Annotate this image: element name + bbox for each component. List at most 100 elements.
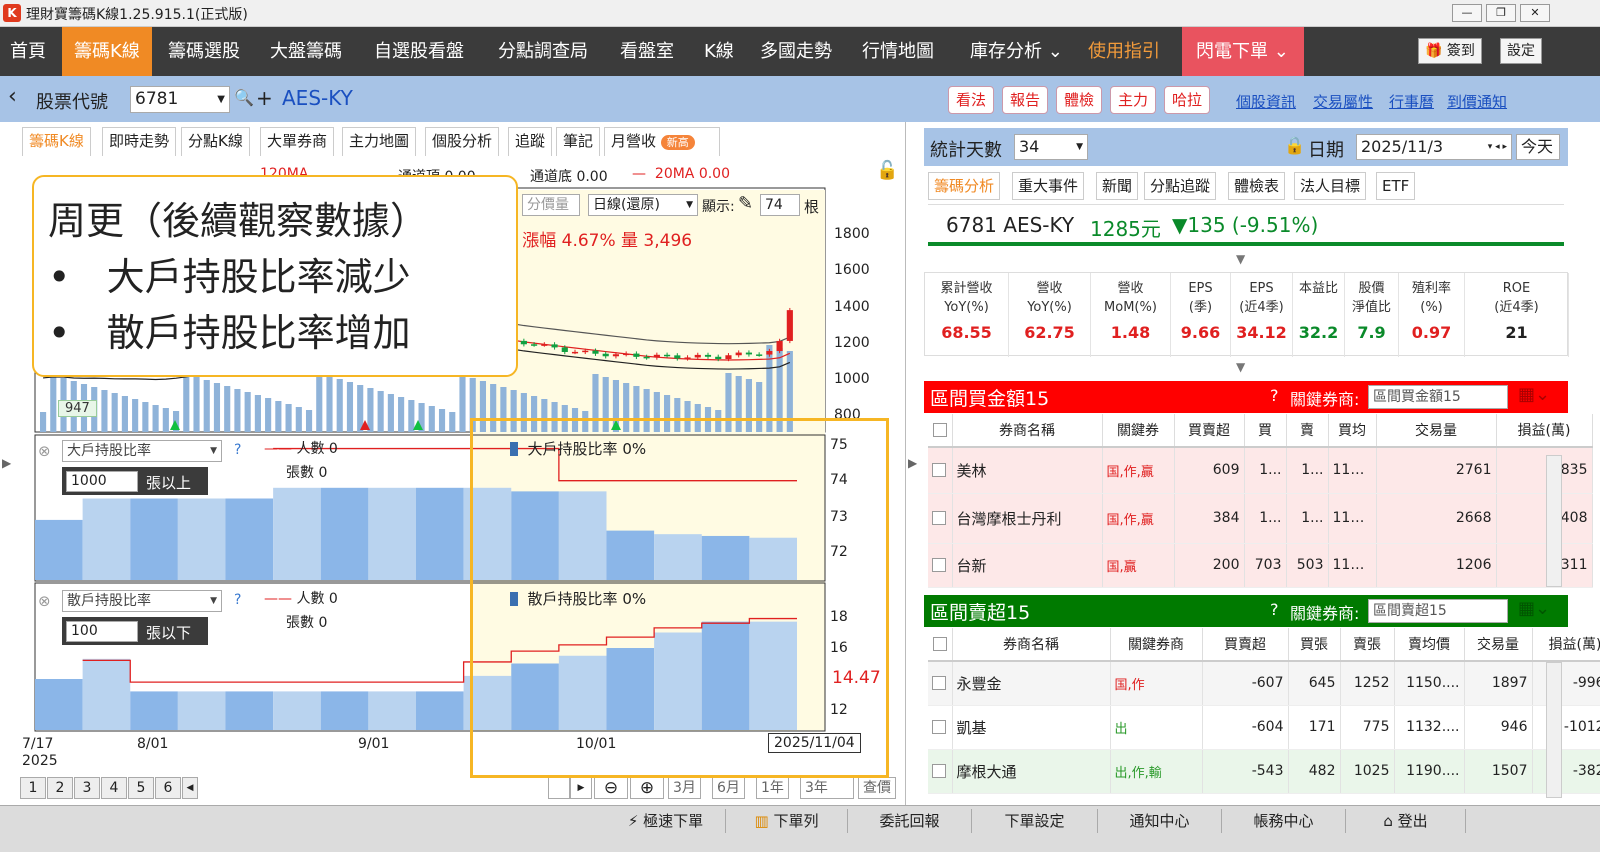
range-3y[interactable]: 3年 — [800, 777, 854, 799]
menu-branch-investigation[interactable]: 分點調查局 — [490, 27, 596, 76]
price-volume-button[interactable]: 分價量 — [522, 194, 580, 216]
query-price-button[interactable]: 查價 — [858, 777, 896, 799]
help-icon[interactable]: ? — [1270, 386, 1279, 405]
tab-notes[interactable]: 筆記 — [556, 127, 601, 156]
column-header[interactable]: 交易量 — [1376, 414, 1497, 448]
bar-count-input[interactable]: 74 — [760, 194, 800, 216]
trade-attributes-link[interactable]: 交易屬性 — [1313, 91, 1373, 112]
column-header[interactable]: 交易量 — [1464, 628, 1533, 662]
help-icon[interactable]: ? — [1270, 600, 1279, 619]
minimize-button[interactable]: — — [1452, 4, 1482, 22]
row-checkbox[interactable] — [928, 493, 953, 544]
tab-chip-kline[interactable]: 籌碼K線 — [22, 127, 91, 156]
rtab-etf[interactable]: ETF — [1376, 172, 1416, 200]
checkup-button[interactable]: 體檢 — [1056, 86, 1103, 114]
search-icon[interactable]: 🔍 — [234, 88, 254, 107]
column-header[interactable]: 賣均價 — [1394, 628, 1465, 662]
order-bar-button[interactable]: ▥ 下單列 — [726, 809, 848, 833]
logout-button[interactable]: ⌂ 登出 — [1346, 809, 1466, 833]
days-select[interactable]: 34 ▼ — [1014, 134, 1088, 160]
table-row[interactable]: 永豐金国,作-60764512521150....1897-9962 — [928, 661, 1600, 706]
rtab-chip-analysis[interactable]: 籌碼分析 — [928, 172, 1001, 200]
big-holder-select[interactable]: 大戶持股比率 ▼ — [62, 440, 222, 462]
tab-stock-analysis[interactable]: 個股分析 — [425, 127, 500, 156]
price-alert-link[interactable]: 到價通知 — [1447, 91, 1507, 112]
column-header[interactable]: 關鍵券商 — [1110, 628, 1203, 662]
select-all-checkbox[interactable] — [928, 414, 953, 448]
pen-icon[interactable]: ✎ — [738, 193, 753, 214]
period-select[interactable]: 日線(還原) ▼ — [588, 194, 698, 216]
menu-chip-screener[interactable]: 籌碼選股 — [160, 27, 248, 76]
restore-button[interactable]: ❐ — [1486, 4, 1516, 22]
range-3m[interactable]: 3月 — [668, 777, 701, 799]
tab-tracking[interactable]: 追蹤 — [508, 127, 553, 156]
column-header[interactable]: 損益(萬) — [1532, 628, 1600, 662]
buy-scrollbar[interactable] — [1546, 455, 1562, 587]
retail-threshold-select[interactable]: 100 — [66, 621, 138, 642]
calendar-link[interactable]: 行事曆 — [1389, 91, 1434, 112]
expand-left-icon[interactable]: ▶ — [2, 456, 11, 470]
column-header[interactable]: 買賣超 — [1174, 414, 1245, 448]
help-icon[interactable]: ? — [234, 592, 241, 608]
remove-indicator-icon[interactable]: ⊗ — [38, 442, 51, 460]
date-nav-icon[interactable]: ▾ ◂ ▸ — [1488, 135, 1507, 159]
rtab-checkup[interactable]: 體檢表 — [1228, 172, 1286, 200]
menu-flash-order[interactable]: 閃電下單 ⌄ — [1182, 27, 1304, 76]
grid-icon[interactable]: ▦⌄ — [1518, 598, 1550, 619]
tab-realtime[interactable]: 即時走勢 — [102, 127, 177, 156]
row-checkbox[interactable] — [928, 661, 953, 706]
unlock-icon[interactable]: 🔓 — [876, 160, 898, 181]
report-button[interactable]: 報告 — [1002, 86, 1049, 114]
collapse-icon[interactable]: ▼ — [1236, 360, 1245, 374]
main-force-button[interactable]: 主力 — [1110, 86, 1157, 114]
opinion-button[interactable]: 看法 — [948, 86, 995, 114]
menu-global-trend[interactable]: 多國走勢 — [752, 27, 840, 76]
lock-icon[interactable]: 🔒 — [1284, 136, 1305, 156]
menu-market-map[interactable]: 行情地圖 — [854, 27, 942, 76]
zoom-out-icon[interactable]: ⊖ — [594, 777, 628, 799]
menu-watchlist[interactable]: 自選股看盤 — [366, 27, 472, 76]
big-threshold-select[interactable]: 1000 — [66, 471, 138, 492]
scroll-right-icon[interactable]: ▶ — [570, 777, 592, 799]
account-center-button[interactable]: 帳務中心 — [1222, 809, 1346, 833]
range-1y[interactable]: 1年 — [756, 777, 789, 799]
table-row[interactable]: 摩根大通出,作,輸-54348210251190....1507-3821 — [928, 749, 1600, 794]
row-checkbox[interactable] — [928, 705, 953, 750]
retail-holder-select[interactable]: 散戶持股比率 ▼ — [62, 590, 222, 612]
menu-kline[interactable]: K線 — [696, 27, 742, 76]
close-button[interactable]: ✕ — [1520, 4, 1550, 22]
menu-chip-kline[interactable]: 籌碼K線 — [62, 27, 152, 76]
tab-large-brokers[interactable]: 大單券商 — [260, 127, 335, 156]
page-6[interactable]: 6 — [155, 777, 181, 799]
rtab-branch-tracking[interactable]: 分點追蹤 — [1144, 172, 1217, 200]
table-row[interactable]: 台灣摩根士丹利 国,作,贏 384 1... 1... 116... 2668 5408 — [928, 493, 1593, 544]
menu-inventory-analysis[interactable]: 庫存分析 ⌄ — [962, 27, 1071, 76]
column-header[interactable]: 買張 — [1288, 628, 1341, 662]
tab-main-force-map[interactable]: 主力地圖 — [342, 127, 417, 156]
zoom-in-icon[interactable]: ⊕ — [630, 777, 664, 799]
page-3[interactable]: 3 — [74, 777, 100, 799]
table-row[interactable]: 台新 国,贏 200 703 503 115... 1206 1311 — [928, 543, 1593, 588]
column-header[interactable]: 損益(萬) — [1496, 414, 1593, 448]
table-row[interactable]: 凱基出-6041717751132....946-10125 — [928, 705, 1600, 750]
column-header[interactable]: 買賣超 — [1202, 628, 1289, 662]
notification-center-button[interactable]: 通知中心 — [1098, 809, 1222, 833]
today-button[interactable]: 今天 — [1516, 134, 1560, 160]
menu-guide[interactable]: 使用指引 — [1080, 27, 1168, 76]
rtab-news[interactable]: 新聞 — [1096, 172, 1139, 200]
collapse-icon[interactable]: ▼ — [1236, 252, 1245, 266]
quick-order-button[interactable]: ⚡ 極速下單 — [606, 809, 726, 833]
chat-button[interactable]: 哈拉 — [1164, 86, 1211, 114]
column-header[interactable]: 券商名稱 — [952, 414, 1103, 448]
page-2[interactable]: 2 — [47, 777, 73, 799]
column-header[interactable]: 券商名稱 — [952, 628, 1111, 662]
remove-indicator-icon[interactable]: ⊗ — [38, 592, 51, 610]
sell-key-select[interactable]: 區間賣超15 — [1368, 599, 1508, 623]
stock-code-input[interactable]: 6781 ▼ — [130, 86, 230, 113]
expand-right-icon[interactable]: ▶ — [908, 456, 917, 470]
column-header[interactable]: 賣張 — [1340, 628, 1395, 662]
page-5[interactable]: 5 — [128, 777, 154, 799]
rtab-target[interactable]: 法人目標 — [1294, 172, 1367, 200]
grid-icon[interactable]: ▦⌄ — [1518, 384, 1550, 405]
table-row[interactable]: 美林 国,作,贏 609 1... 1... 115... 2761 8835 — [928, 447, 1593, 494]
